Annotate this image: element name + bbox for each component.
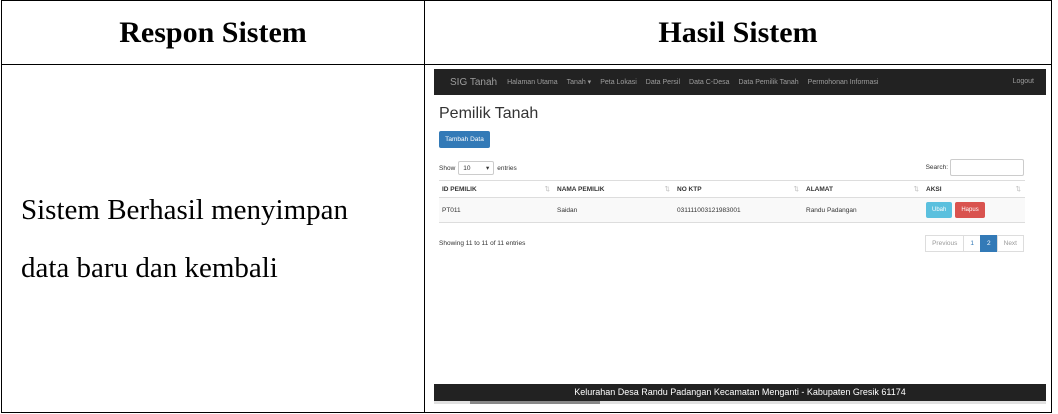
caret-down-icon: ▾ <box>486 165 490 172</box>
table-info: Showing 11 to 11 of 11 entries <box>439 240 526 247</box>
sort-icon: ⇅ <box>664 186 670 193</box>
pagination: Previous 1 2 Next <box>925 235 1024 252</box>
entries-label: entries <box>497 164 517 172</box>
nav-item-data-persil[interactable]: Data Persil <box>646 79 680 86</box>
column-header-name-label: NAMA PEMILIK <box>557 185 605 193</box>
header-hasil-sistem: Hasil Sistem <box>424 0 1052 65</box>
response-cell: Sistem Berhasil menyimpan data baru dan … <box>1 64 425 413</box>
cell-address: Randu Padangan <box>803 197 923 223</box>
page-title: Pemilik Tanah <box>439 105 539 122</box>
footer: Kelurahan Desa Randu Padangan Kecamatan … <box>434 384 1046 401</box>
delete-button[interactable]: Hapus <box>955 202 985 218</box>
sort-icon: ⇅ <box>1015 186 1021 193</box>
column-header-ktp[interactable]: NO KTP ⇅ <box>674 180 803 198</box>
column-header-id-label: ID PEMILIK <box>442 185 477 193</box>
nav-item-tanah[interactable]: Tanah ▾ <box>567 78 592 86</box>
entries-value: 10 <box>463 165 471 172</box>
search-control: Search: <box>926 159 1024 176</box>
sort-icon: ⇅ <box>913 186 919 193</box>
navbar-brand[interactable]: SIG Tanah <box>450 77 497 88</box>
nav-item-halaman-utama[interactable]: Halaman Utama <box>507 79 558 86</box>
nav-item-peta-lokasi[interactable]: Peta Lokasi <box>600 79 637 86</box>
navbar: SIG Tanah Halaman Utama Tanah ▾ Peta Lok… <box>434 69 1046 95</box>
response-line-1: Sistem Berhasil menyimpan <box>21 193 349 226</box>
cell-actions: Ubah Hapus <box>923 197 1025 223</box>
edit-button[interactable]: Ubah <box>926 202 953 218</box>
table-header-row: ID PEMILIK ⇅ NAMA PEMILIK ⇅ NO KTP ⇅ ALAMAT… <box>439 180 1025 198</box>
column-header-action-label: AKSI <box>926 185 942 193</box>
entries-select[interactable]: 10 ▾ <box>458 161 495 175</box>
table-row: PT011 Saidan 031111003121983001 Randu Pa… <box>439 197 1025 223</box>
nav-item-permohonan-informasi[interactable]: Permohonan Informasi <box>808 79 879 86</box>
cell-name: Saidan <box>554 197 674 223</box>
column-header-address-label: ALAMAT <box>806 185 833 193</box>
column-header-ktp-label: NO KTP <box>677 185 702 193</box>
cell-ktp: 031111003121983001 <box>674 197 803 223</box>
response-text: Sistem Berhasil menyimpan data baru dan … <box>2 181 424 297</box>
horizontal-scrollbar-thumb[interactable] <box>470 401 600 404</box>
entries-length-control: Show 10 ▾ entries <box>439 161 517 175</box>
pagination-next[interactable]: Next <box>996 235 1024 252</box>
column-header-address[interactable]: ALAMAT ⇅ <box>803 180 923 198</box>
logout-link[interactable]: Logout <box>1013 78 1034 85</box>
sort-icon: ⇅ <box>793 186 799 193</box>
pagination-page-2[interactable]: 2 <box>980 235 998 252</box>
sort-asc-icon: ⇅ <box>544 186 550 193</box>
column-header-name[interactable]: NAMA PEMILIK ⇅ <box>554 180 674 198</box>
pagination-previous[interactable]: Previous <box>925 235 965 252</box>
show-label: Show <box>439 164 456 172</box>
search-label: Search: <box>925 164 948 171</box>
owners-table: ID PEMILIK ⇅ NAMA PEMILIK ⇅ NO KTP ⇅ ALAMAT… <box>439 180 1025 223</box>
pagination-page-1[interactable]: 1 <box>963 235 981 252</box>
nav-item-data-c-desa[interactable]: Data C-Desa <box>689 79 729 86</box>
system-screenshot: SIG Tanah Halaman Utama Tanah ▾ Peta Lok… <box>434 69 1046 411</box>
column-header-action[interactable]: AKSI ⇅ <box>923 180 1025 198</box>
column-header-id[interactable]: ID PEMILIK ⇅ <box>439 180 554 198</box>
cell-id: PT011 <box>439 197 554 223</box>
response-line-2: data baru dan kembali <box>21 251 278 284</box>
search-input[interactable] <box>950 159 1024 176</box>
add-data-button[interactable]: Tambah Data <box>439 131 490 148</box>
nav-item-data-pemilik-tanah[interactable]: Data Pemilik Tanah <box>738 79 798 86</box>
header-respon-sistem: Respon Sistem <box>1 0 425 65</box>
